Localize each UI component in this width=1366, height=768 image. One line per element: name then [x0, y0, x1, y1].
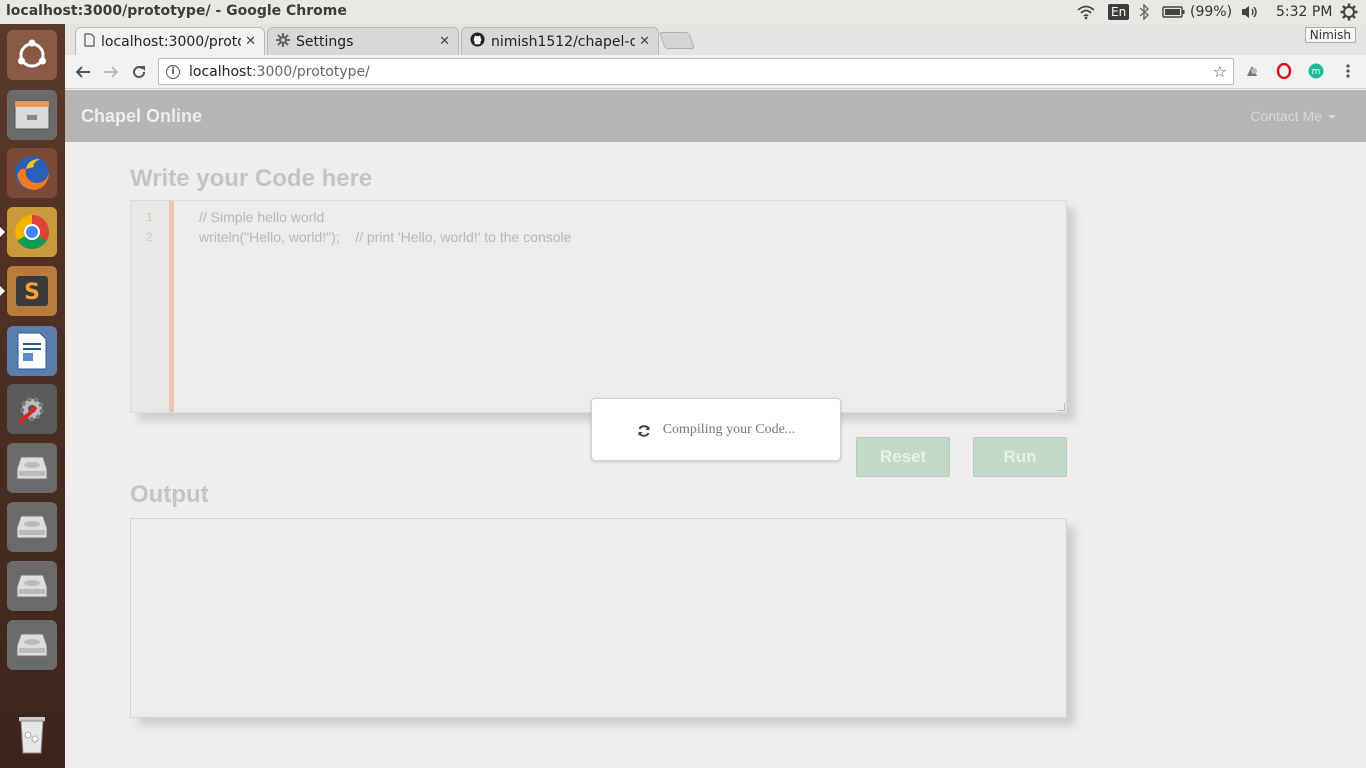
browser-toolbar: i localhost:3000/prototype/ ☆ m [65, 55, 1366, 89]
info-icon[interactable]: i [166, 64, 180, 79]
wifi-icon[interactable] [1076, 2, 1096, 22]
resize-handle[interactable] [1057, 403, 1065, 411]
close-icon[interactable]: ✕ [639, 34, 650, 49]
drive-icon[interactable] [7, 620, 57, 670]
battery-percent: (99%) [1190, 4, 1233, 20]
chrome-running-indicator [0, 227, 5, 237]
sublime-running-indicator [0, 286, 5, 296]
tab-github[interactable]: nimish1512/chapel-online ✕ [461, 27, 659, 55]
contact-dropdown[interactable]: Contact Me [1250, 108, 1336, 124]
forward-arrow-icon[interactable] [100, 61, 122, 83]
github-icon [470, 32, 485, 51]
ubuntu-dash-icon[interactable] [7, 30, 57, 80]
code-heading: Write your Code here [130, 165, 373, 192]
url-host: localhost [189, 63, 252, 80]
address-bar[interactable]: i localhost:3000/prototype/ ☆ [158, 58, 1234, 85]
clock[interactable]: 5:32 PM [1276, 2, 1332, 22]
new-tab-button[interactable] [658, 32, 696, 49]
run-button[interactable]: Run [973, 437, 1067, 477]
libreoffice-writer-icon[interactable] [7, 326, 57, 376]
gutter-divider [169, 201, 174, 412]
files-icon[interactable] [7, 90, 57, 140]
drive-icon[interactable] [7, 561, 57, 611]
profile-button[interactable]: Nimish [1304, 27, 1356, 43]
system-gear-icon[interactable] [1340, 2, 1358, 22]
language-label: En [1108, 4, 1130, 20]
url-path: :3000/prototype/ [251, 63, 370, 80]
code-line: // Simple hello world [199, 209, 325, 225]
navbar: Chapel Online Contact Me [65, 90, 1366, 142]
sublime-text-icon[interactable]: S [7, 266, 57, 316]
spinner-icon [637, 423, 651, 437]
svg-text:S: S [24, 280, 40, 305]
drive-icon[interactable] [7, 502, 57, 552]
trash-icon[interactable] [7, 708, 57, 758]
tab-settings[interactable]: Settings ✕ [267, 27, 459, 55]
line-number: 1 [145, 210, 153, 225]
keyboard-language-indicator[interactable]: En [1108, 2, 1130, 22]
gear-icon [276, 32, 290, 51]
bluetooth-icon[interactable] [1138, 2, 1150, 22]
tab-label: localhost:3000/prototype/ [101, 33, 241, 50]
drive-icon[interactable] [7, 443, 57, 493]
close-icon[interactable]: ✕ [439, 34, 450, 49]
back-arrow-icon[interactable] [72, 61, 94, 83]
bookmark-star-icon[interactable]: ☆ [1213, 62, 1227, 81]
contact-label: Contact Me [1250, 108, 1322, 124]
clock-time: 5:32 PM [1276, 4, 1333, 20]
browser-window: localhost:3000/prototype/ ✕ Settings ✕ n… [65, 24, 1366, 768]
tab-strip: localhost:3000/prototype/ ✕ Settings ✕ n… [65, 24, 1366, 55]
opera-extension-icon[interactable] [1275, 62, 1293, 80]
system-top-panel: localhost:3000/prototype/ - Google Chrom… [0, 0, 1366, 24]
system-settings-icon[interactable] [7, 384, 57, 434]
firefox-icon[interactable] [7, 148, 57, 198]
chrome-menu-icon[interactable] [1339, 62, 1357, 80]
caret-down-icon [1328, 115, 1336, 120]
code-editor[interactable]: 1 2 // Simple hello world writeln("Hello… [130, 200, 1067, 413]
tab-localhost[interactable]: localhost:3000/prototype/ ✕ [75, 27, 265, 55]
code-line: writeln("Hello, world!"); // print 'Hell… [199, 229, 572, 245]
output-heading: Output [130, 481, 209, 508]
mixmax-extension-icon[interactable]: m [1307, 62, 1325, 80]
page-icon [84, 32, 95, 51]
svg-text:m: m [1312, 67, 1321, 77]
tab-label: Settings [296, 33, 354, 50]
battery-indicator[interactable]: (99%) [1162, 2, 1232, 22]
compiling-dialog: Compiling your Code... [591, 398, 841, 461]
reset-button[interactable]: Reset [856, 437, 950, 477]
line-number: 2 [145, 230, 153, 245]
web-page: Chapel Online Contact Me Write your Code… [65, 90, 1366, 768]
volume-icon[interactable] [1240, 2, 1260, 22]
loader-text: Compiling your Code... [662, 421, 796, 437]
ubuntu-launcher: S [0, 24, 65, 768]
battery-icon [1162, 5, 1186, 19]
brand-link[interactable]: Chapel Online [81, 106, 202, 127]
extension-icon[interactable] [1243, 62, 1261, 80]
output-console[interactable] [130, 518, 1067, 718]
tab-label: nimish1512/chapel-online [491, 33, 636, 50]
window-title: localhost:3000/prototype/ - Google Chrom… [6, 3, 347, 19]
chrome-icon[interactable] [7, 207, 57, 257]
reload-icon[interactable] [128, 61, 150, 83]
close-icon[interactable]: ✕ [245, 34, 256, 49]
